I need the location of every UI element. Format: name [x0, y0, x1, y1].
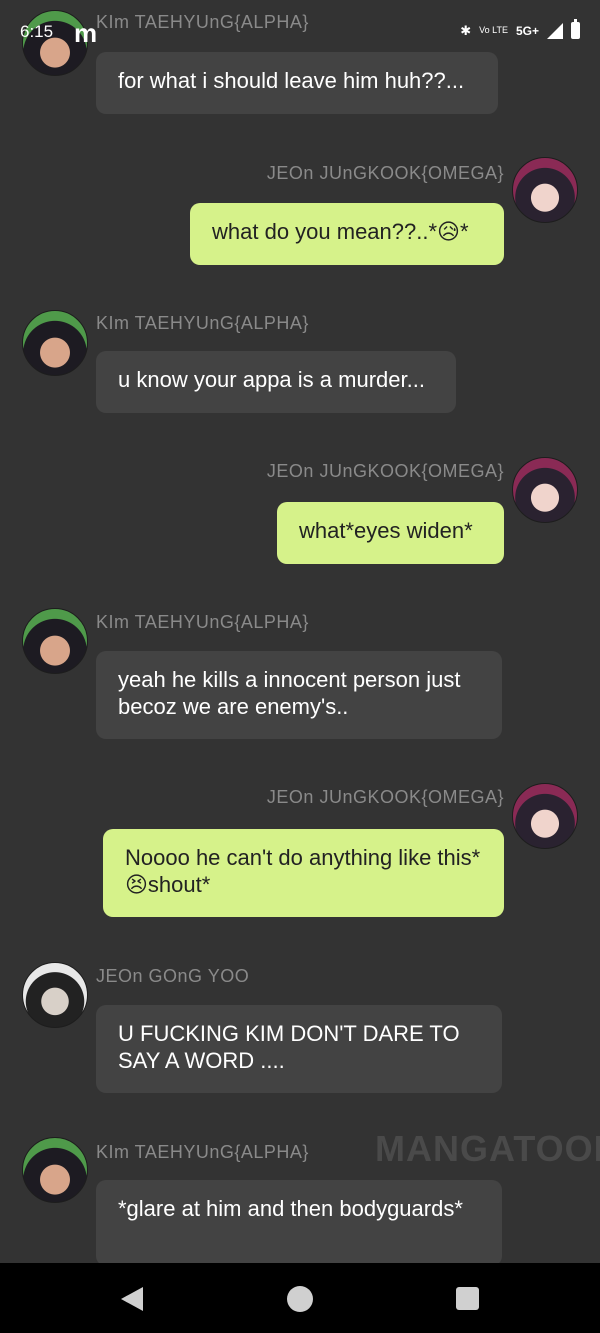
battery-icon	[571, 19, 580, 39]
speaker-name: JEOn GOnG YOO	[96, 966, 250, 986]
volte-label: Vo LTE	[479, 25, 508, 35]
back-icon[interactable]	[121, 1287, 143, 1311]
avatar-kim-taehyung[interactable]	[22, 1137, 88, 1203]
app-m-icon: m	[74, 18, 98, 48]
speaker-name: KIm TAEHYUnG{ALPHA}	[96, 1142, 309, 1162]
home-icon[interactable]	[287, 1286, 313, 1312]
message-bubble[interactable]: U FUCKING KIM DON'T DARE TO SAY A WORD .…	[96, 1005, 502, 1093]
bluetooth-icon: ✱	[460, 22, 472, 38]
speaker-name: JEOn JUnGKOOK{OMEGA}	[266, 163, 504, 183]
message-bubble[interactable]: *glare at him and then bodyguards*	[96, 1180, 502, 1266]
avatar-jeon-jungkook[interactable]	[512, 783, 578, 849]
recents-icon[interactable]	[456, 1287, 479, 1310]
signal-icon	[547, 22, 563, 39]
avatar-jeon-jungkook[interactable]	[512, 157, 578, 223]
message-bubble[interactable]: u know your appa is a murder...	[96, 351, 456, 413]
message-bubble[interactable]: what*eyes widen*	[277, 502, 504, 564]
speaker-name: JEOn JUnGKOOK{OMEGA}	[266, 461, 504, 481]
speaker-name: KIm TAEHYUnG{ALPHA}	[96, 12, 309, 32]
message-bubble[interactable]: yeah he kills a innocent person just bec…	[96, 651, 502, 739]
network-label: 5G+	[515, 23, 539, 38]
mangatoon-watermark: MANGATOON	[375, 1128, 600, 1169]
status-time: 6:15	[20, 22, 54, 41]
message-bubble[interactable]: for what i should leave him huh??...	[96, 52, 498, 114]
avatar-kim-taehyung[interactable]	[22, 608, 88, 674]
speaker-name: JEOn JUnGKOOK{OMEGA}	[266, 787, 504, 807]
status-icons: ✱ Vo LTE 5G+	[460, 19, 580, 39]
speaker-name: KIm TAEHYUnG{ALPHA}	[96, 612, 309, 632]
navigation-bar	[0, 1263, 600, 1333]
avatar-kim-taehyung[interactable]	[22, 310, 88, 376]
avatar-jeon-gong-yoo[interactable]	[22, 962, 88, 1028]
speaker-name: KIm TAEHYUnG{ALPHA}	[96, 313, 309, 333]
message-bubble[interactable]: Noooo he can't do anything like this*😣sh…	[103, 829, 504, 917]
message-bubble[interactable]: what do you mean??..*😥*	[190, 203, 504, 265]
avatar-jeon-jungkook[interactable]	[512, 457, 578, 523]
